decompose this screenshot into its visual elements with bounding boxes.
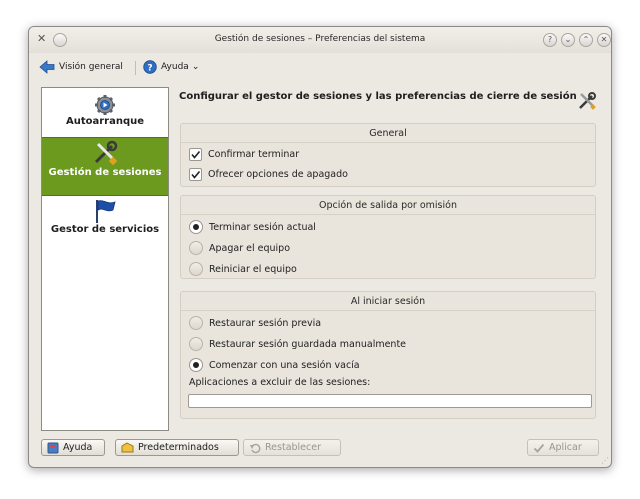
checkbox-box[interactable]	[189, 167, 202, 181]
sidebar-item-label: Gestor de servicios	[50, 224, 160, 235]
checkmark-icon	[533, 443, 545, 453]
radio-label: Comenzar con una sesión vacía	[209, 359, 360, 371]
defaults-button[interactable]: Predeterminados	[115, 439, 239, 456]
window-help-button[interactable]: ?	[543, 33, 557, 47]
sidebar-item-autostart[interactable]: Autoarranque	[42, 94, 168, 134]
sidebar-item-label: Autoarranque	[65, 116, 145, 127]
sidebar-item-label: Gestión de sesiones	[48, 167, 162, 178]
general-group: General Confirmar terminar Ofrecer opcio…	[180, 123, 596, 187]
default-leave-group: Opción de salida por omisión Terminar se…	[180, 195, 596, 279]
svg-text:?: ?	[147, 64, 152, 74]
checkmark-icon	[191, 150, 201, 159]
radio-button[interactable]	[189, 220, 203, 234]
divider	[181, 214, 595, 215]
help-button-label: Ayuda	[63, 442, 93, 453]
overview-label: Visión general	[59, 62, 123, 72]
radio-shutdown[interactable]: Apagar el equipo	[189, 241, 290, 255]
radio-label: Reiniciar el equipo	[209, 263, 297, 275]
radio-label: Terminar sesión actual	[209, 221, 316, 233]
window-minimize-button[interactable]: ⌄	[561, 33, 575, 47]
reset-button[interactable]: Restablecer	[243, 439, 341, 456]
radio-button[interactable]	[189, 358, 203, 372]
help-menu-button[interactable]: ? Ayuda ⌄	[143, 59, 199, 75]
chevron-down-icon: ⌄	[191, 62, 200, 72]
radio-restore-previous[interactable]: Restaurar sesión previa	[189, 316, 321, 330]
radio-label: Restaurar sesión previa	[209, 317, 322, 329]
resize-grip-icon[interactable]: ⋰	[601, 456, 609, 465]
flag-icon	[96, 200, 116, 223]
page-title: Configurar el gestor de sesiones y las p…	[179, 91, 577, 102]
confirm-logout-checkbox[interactable]: Confirmar terminar	[189, 147, 299, 161]
radio-button[interactable]	[189, 316, 203, 330]
help-book-icon	[47, 442, 59, 453]
radio-empty-session[interactable]: Comenzar con una sesión vacía	[189, 358, 360, 372]
radio-button[interactable]	[189, 262, 203, 276]
window-maximize-button[interactable]: ⌃	[579, 33, 593, 47]
help-icon: ?	[143, 60, 157, 74]
tools-icon	[94, 140, 118, 166]
checkbox-box[interactable]	[189, 147, 202, 161]
module-sidebar: Autoarranque Gestión de sesiones Gestor …	[41, 87, 169, 431]
group-title: General	[369, 128, 407, 139]
window-close-button[interactable]: ✕	[597, 33, 611, 47]
sidebar-item-service-manager[interactable]: Gestor de servicios	[42, 198, 168, 242]
radio-restore-saved[interactable]: Restaurar sesión guardada manualmente	[189, 337, 406, 351]
radio-label: Apagar el equipo	[209, 242, 291, 254]
radio-label: Restaurar sesión guardada manualmente	[209, 338, 407, 350]
window-title: Gestión de sesiones – Preferencias del s…	[214, 34, 426, 44]
checkbox-label: Confirmar terminar	[208, 148, 300, 160]
reset-button-label: Restablecer	[265, 442, 322, 453]
undo-icon	[250, 443, 261, 453]
on-login-group: Al iniciar sesión Restaurar sesión previ…	[180, 291, 596, 419]
radio-end-session[interactable]: Terminar sesión actual	[189, 220, 316, 234]
gear-icon	[95, 95, 115, 115]
defaults-icon	[121, 441, 134, 452]
help-button[interactable]: Ayuda	[41, 439, 105, 456]
divider	[181, 142, 595, 143]
apply-button[interactable]: Aplicar	[527, 439, 599, 456]
group-title: Opción de salida por omisión	[319, 200, 457, 211]
settings-window: ✕ Gestión de sesiones – Preferencias del…	[28, 26, 612, 468]
checkbox-label: Ofrecer opciones de apagado	[208, 168, 348, 180]
defaults-button-label: Predeterminados	[138, 442, 219, 453]
apply-button-label: Aplicar	[549, 442, 582, 453]
radio-button[interactable]	[189, 337, 203, 351]
exclude-apps-input[interactable]	[188, 394, 592, 408]
divider	[181, 310, 595, 311]
overview-button[interactable]: Visión general	[39, 59, 123, 75]
group-title: Al iniciar sesión	[350, 296, 426, 307]
help-label: Ayuda	[161, 62, 189, 72]
sidebar-item-session-management[interactable]: Gestión de sesiones	[42, 137, 168, 196]
main-panel: Configurar el gestor de sesiones y las p…	[177, 87, 597, 437]
checkmark-icon	[191, 170, 201, 179]
radio-restart[interactable]: Reiniciar el equipo	[189, 262, 297, 276]
radio-button[interactable]	[189, 241, 203, 255]
toolbar-separator	[135, 61, 136, 75]
toolbar: Visión general ? Ayuda ⌄	[29, 53, 611, 81]
back-arrow-icon	[39, 60, 55, 74]
exclude-apps-label: Aplicaciones a excluir de las sesiones:	[189, 377, 371, 388]
tools-icon	[579, 92, 596, 110]
title-bar: ✕ Gestión de sesiones – Preferencias del…	[29, 27, 611, 53]
offer-shutdown-checkbox[interactable]: Ofrecer opciones de apagado	[189, 167, 348, 181]
